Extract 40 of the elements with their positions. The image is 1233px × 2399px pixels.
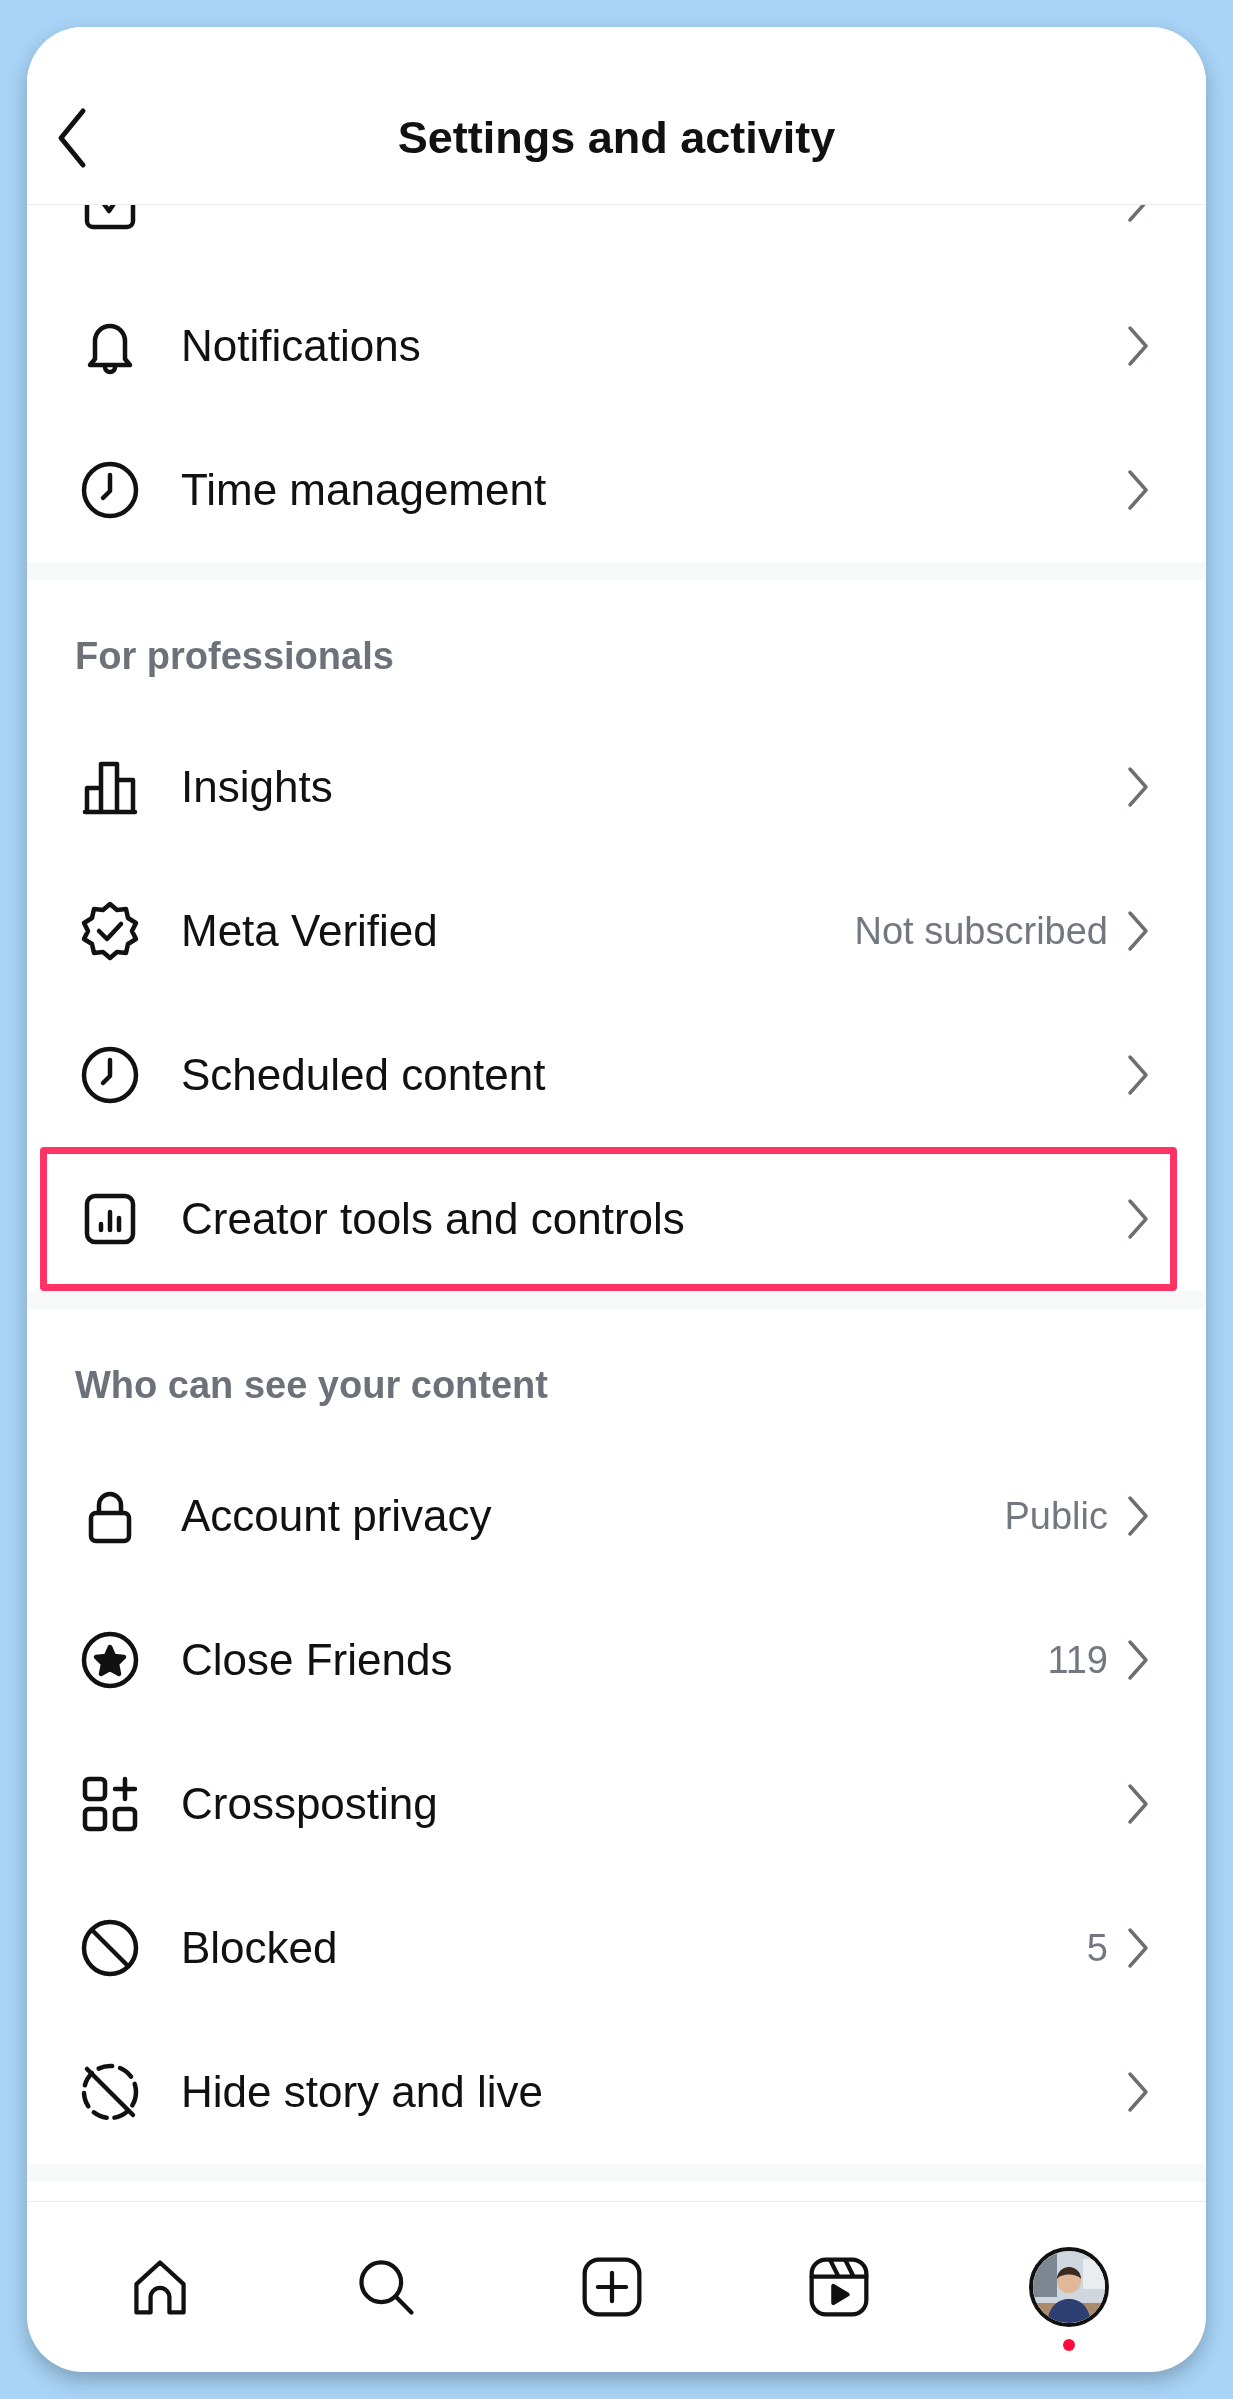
section-title: For professionals (74, 634, 395, 679)
section-title: Who can see your content (74, 1363, 549, 1408)
chevron-icon (1126, 1926, 1150, 1970)
highlighted-settings-row[interactable]: Creator tools and controls (40, 1147, 1177, 1291)
chevron-icon (1126, 1638, 1150, 1682)
row-value: 119 (1047, 1638, 1108, 1682)
chevron-icon (1126, 2070, 1150, 2114)
row-label: Creator tools and controls (181, 1194, 686, 1244)
settings-row[interactable]: Crossposting (27, 1732, 1206, 1876)
chevron-icon (1126, 1494, 1150, 1538)
chevron-icon (1126, 468, 1150, 512)
settings-row[interactable]: Notifications (27, 274, 1206, 418)
row-value: Not subscribed (854, 909, 1108, 953)
row-label: Account privacy (181, 1491, 493, 1541)
chevron-icon (1126, 1782, 1150, 1826)
chevron-icon (1126, 324, 1150, 368)
settings-row[interactable]: Time management (27, 418, 1206, 562)
row-label: Time management (181, 465, 548, 515)
chevron-icon (1126, 909, 1150, 953)
settings-row[interactable]: Blocked 5 (27, 1876, 1206, 2020)
row-label: Blocked (181, 1923, 339, 1973)
settings-row[interactable]: Close Friends 119 (27, 1588, 1206, 1732)
page-title: Settings and activity (397, 110, 836, 164)
row-label: Crossposting (181, 1779, 439, 1829)
settings-row[interactable]: Scheduled content (27, 1003, 1206, 1147)
settings-row[interactable]: Insights (27, 715, 1206, 859)
row-value: Public (1004, 1494, 1108, 1538)
row-label: Close Friends (181, 1635, 454, 1685)
row-label: Hide story and live (181, 2067, 544, 2117)
row-label: Notifications (181, 321, 422, 371)
settings-row[interactable]: Hide story and live (27, 2020, 1206, 2164)
settings-row[interactable]: Meta Verified Not subscribed (27, 859, 1206, 1003)
row-label: Meta Verified (181, 906, 439, 956)
settings-row[interactable]: Account privacy Public (27, 1444, 1206, 1588)
chevron-icon (1126, 1053, 1150, 1097)
row-label: Insights (181, 762, 334, 812)
row-label: Scheduled content (181, 1050, 547, 1100)
row-value: 5 (1086, 1926, 1108, 1970)
chevron-icon (1126, 765, 1150, 809)
chevron-icon (1126, 1197, 1150, 1241)
